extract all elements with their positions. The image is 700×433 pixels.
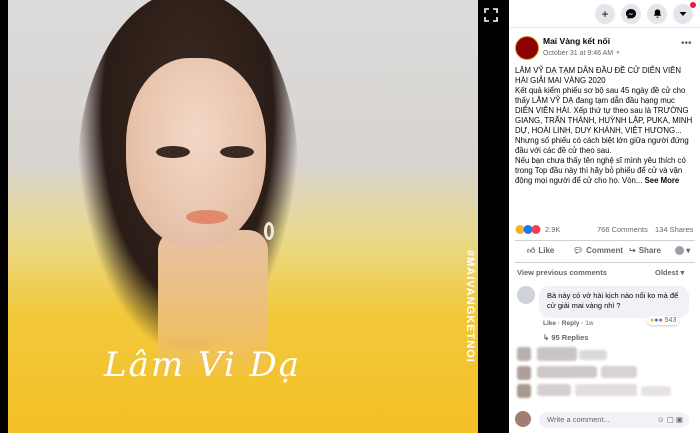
blurred-avatar — [517, 347, 531, 361]
shares-count[interactable]: 134 Shares — [655, 225, 693, 234]
comment-meta: Like · Reply · 1w — [543, 320, 594, 327]
see-more-link[interactable]: See More — [645, 176, 680, 185]
blurred-content — [537, 384, 571, 396]
audience-selector[interactable]: ▾ — [675, 246, 691, 256]
photo-earring — [264, 222, 274, 240]
like-button[interactable]: 👍︎ Like — [527, 246, 554, 256]
comment-text: Bà này có vở hài kịch nào nổi ko mà để c… — [547, 291, 679, 310]
create-icon[interactable]: + — [595, 4, 615, 24]
blurred-content — [601, 366, 637, 378]
like-label: Like — [538, 246, 555, 255]
photo-eye-right — [220, 146, 254, 158]
post-paragraph: Kết quả kiểm phiếu sơ bộ sau 45 ngày đề … — [515, 86, 693, 135]
comment-reactions[interactable]: ●●● 543 — [647, 316, 680, 325]
post-timestamp[interactable]: October 31 at 9:46 AM ⚬ — [543, 49, 621, 57]
divider — [515, 240, 695, 241]
post-paragraph: Nếu bạn chưa thấy tên nghệ sĩ mình yêu t… — [515, 156, 695, 186]
post-actions: 👍︎ Like 💬︎ Comment ↪ Share ▾ — [515, 244, 695, 260]
like-icon: 👍︎ — [527, 246, 536, 255]
chevron-down-icon: ▾ — [684, 246, 691, 255]
reaction-count[interactable]: 2.9K — [545, 225, 560, 234]
top-bar: + — [509, 0, 700, 28]
photo-lips — [186, 210, 228, 224]
page-avatar[interactable] — [515, 36, 539, 60]
reactions-summary: 2.9K 766 Comments 134 Shares — [515, 224, 695, 236]
comment-time[interactable]: 1w — [585, 320, 593, 327]
photo-hashtag: #MAIVANGKETNOI — [464, 250, 476, 363]
comment-sort-label: Oldest — [655, 268, 679, 277]
blurred-avatar — [517, 384, 531, 398]
blurred-content — [579, 350, 607, 360]
photo-signature-text: Lâm Vi Dạ — [104, 345, 302, 385]
commenter-avatar[interactable] — [517, 286, 535, 304]
reaction-icons[interactable] — [515, 224, 543, 237]
chevron-down-icon: ▾ — [680, 268, 685, 277]
comment-button[interactable]: 💬︎ Comment — [573, 246, 623, 255]
comment-input-placeholder: Write a comment... — [547, 415, 610, 424]
post-header: Mai Vàng kết nối October 31 at 9:46 AM ⚬… — [515, 36, 695, 62]
post-paragraph: LÂM VỸ DẠ TẠM DẪN ĐẦU ĐỀ CỬ DIỄN VIÊN HÀ… — [515, 66, 681, 85]
divider — [515, 262, 695, 263]
facebook-photo-viewer: Lâm Vi Dạ #MAIVANGKETNOI + Mai Vàng kết … — [0, 0, 700, 433]
post-photo[interactable]: Lâm Vi Dạ #MAIVANGKETNOI — [8, 0, 478, 433]
notifications-icon[interactable] — [647, 4, 667, 24]
blurred-avatar — [517, 366, 531, 380]
comment-like-link[interactable]: Like — [543, 320, 556, 327]
blurred-content — [641, 386, 671, 396]
replies-count: 95 Replies — [551, 333, 589, 342]
write-comment-bar: Write a comment... ☺ ▢ ▣ — [515, 410, 695, 430]
share-button[interactable]: ↪ Share — [629, 246, 661, 255]
more-options-icon[interactable]: ••• — [681, 38, 692, 49]
blurred-content — [575, 384, 637, 396]
comment-sort-dropdown[interactable]: Oldest ▾ — [655, 268, 684, 277]
messenger-icon[interactable] — [621, 4, 641, 24]
notification-badge — [690, 2, 696, 8]
emoji-icons[interactable]: ☺ ▢ ▣ — [657, 415, 683, 424]
expand-icon[interactable] — [484, 8, 500, 24]
comment-reply-link[interactable]: Reply — [562, 320, 580, 327]
page-name[interactable]: Mai Vàng kết nối — [543, 36, 610, 46]
share-label: Share — [638, 246, 661, 255]
comment-label: Comment — [586, 246, 624, 255]
photo-viewer[interactable]: Lâm Vi Dạ #MAIVANGKETNOI — [0, 0, 509, 433]
post-timestamp-text[interactable]: October 31 at 9:46 AM — [543, 50, 613, 57]
post-paragraph: Nhưng số phiếu có cách biệt lớn giữa ngư… — [515, 136, 689, 155]
post-panel: + Mai Vàng kết nối October 31 at 9:46 AM… — [509, 0, 700, 433]
comment-reaction-count: 543 — [664, 317, 677, 324]
current-user-avatar[interactable] — [515, 411, 531, 427]
user-avatar-small — [675, 246, 684, 256]
comment-icon: 💬︎ — [573, 246, 584, 255]
comment-input[interactable]: Write a comment... ☺ ▢ ▣ — [539, 412, 689, 428]
view-previous-comments-link[interactable]: View previous comments — [517, 268, 607, 277]
comments-count[interactable]: 766 Comments — [597, 225, 648, 234]
comment-bubble: Bà này có vở hài kịch nào nổi ko mà để c… — [539, 286, 689, 318]
globe-icon: ⚬ — [615, 50, 621, 57]
blurred-content — [537, 347, 577, 361]
photo-eye-left — [156, 146, 190, 158]
post-body: LÂM VỸ DẠ TẠM DẪN ĐẦU ĐỀ CỬ DIỄN VIÊN HÀ… — [515, 66, 695, 186]
share-icon: ↪ — [629, 246, 636, 255]
view-replies-link[interactable]: ↳ 95 Replies — [543, 333, 588, 342]
blurred-content — [537, 366, 597, 378]
